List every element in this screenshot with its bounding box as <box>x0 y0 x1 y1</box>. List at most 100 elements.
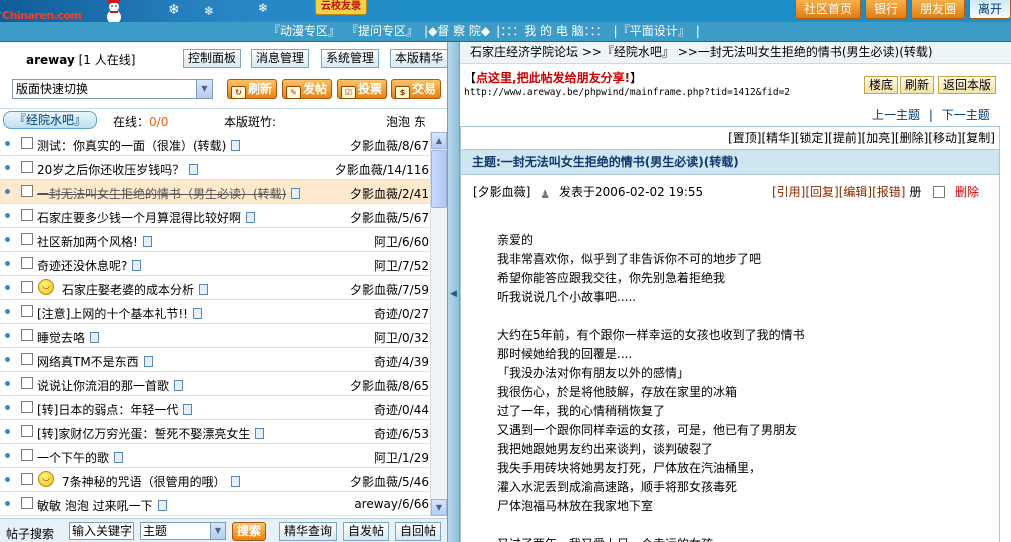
site-logo[interactable]: Chinaren.com <box>2 0 82 22</box>
back-to-forum-button[interactable]: 返回本版 <box>938 76 997 94</box>
thread-title[interactable]: 测试：你真实的一面（很准）(转载) <box>37 137 241 154</box>
prev-topic-link[interactable]: 上一主题 <box>872 108 920 122</box>
report-link[interactable]: [报错] <box>872 185 905 199</box>
thread-title[interactable]: 奇迹还没休息呢? <box>37 257 142 274</box>
thread-checkbox[interactable] <box>21 257 33 269</box>
thread-checkbox[interactable] <box>21 401 33 413</box>
digest-query-button[interactable]: 精华查询 <box>279 522 338 541</box>
trade-button[interactable]: $ 交易 <box>391 79 442 99</box>
reply-link[interactable]: [回复] <box>805 185 838 199</box>
thread-title[interactable]: [注意]上网的十个基本礼节!! <box>37 305 202 322</box>
keyword-input[interactable]: 输入关键字 <box>69 522 134 540</box>
select-post-checkbox[interactable] <box>933 186 946 198</box>
delete-link[interactable]: 删除 <box>955 185 979 199</box>
thread-checkbox[interactable] <box>21 473 33 485</box>
control-panel-button[interactable]: 控制面板 <box>183 49 242 68</box>
table-row[interactable]: 网络真TM不是东西 奇迹/4/39 <box>0 348 447 372</box>
chevron-down-icon[interactable]: ▼ <box>210 523 225 539</box>
nav-bank[interactable]: 银行 <box>864 0 907 19</box>
moderation-actions[interactable]: [置顶][精华][锁定][提前][加亮][删除][移动][复制] <box>728 129 995 146</box>
table-row[interactable]: [转]日本的弱点：年轻一代 奇迹/0/44 <box>0 396 447 420</box>
forum-quick-switch-select[interactable]: 版面快速切换 ▼ <box>12 79 213 99</box>
menu-inspectorate[interactable]: |◆督 察 院◆ <box>424 22 490 41</box>
thread-checkbox[interactable] <box>21 497 33 509</box>
search-field-select[interactable]: 主题 ▼ <box>140 522 226 540</box>
thread-checkbox[interactable] <box>21 305 33 317</box>
table-row[interactable]: 石家庄要多少钱一个月算混得比较好啊 夕影血薇/5/67 <box>0 204 447 228</box>
table-row[interactable]: [转]家财亿万穷光蛋：誓死不娶漂亮女生 奇迹/6/53 <box>0 420 447 444</box>
thread-checkbox[interactable] <box>21 137 33 149</box>
menu-anime[interactable]: 『动漫专区』 <box>268 22 340 41</box>
thread-checkbox[interactable] <box>21 161 33 173</box>
panel-splitter[interactable]: ◀ <box>447 42 460 542</box>
thread-checkbox[interactable] <box>21 329 33 341</box>
table-row[interactable]: ◡ 石家庄娶老婆的成本分析 夕影血薇/7/59 <box>0 276 447 300</box>
thread-title[interactable]: [转]家财亿万穷光蛋：誓死不娶漂亮女生 <box>37 425 265 442</box>
thread-title[interactable]: 石家庄娶老婆的成本分析 <box>62 281 209 298</box>
edit-link[interactable]: [编辑] <box>839 185 872 199</box>
post-author[interactable]: [夕影血薇] <box>473 185 530 199</box>
thread-checkbox[interactable] <box>21 233 33 245</box>
breadcrumb[interactable]: 石家庄经济学院论坛 >>『经院水吧』 >>一封无法叫女生拒绝的情书(男生必读)(… <box>460 42 1011 64</box>
thread-title[interactable]: 20岁之后你还收压岁钱吗？ <box>37 161 199 178</box>
thread-title[interactable]: 睡觉去咯 <box>37 329 100 346</box>
book-link[interactable]: 册 <box>909 185 921 199</box>
moderator-names[interactable]: 泡泡 东 <box>386 113 426 130</box>
message-manage-button[interactable]: 消息管理 <box>251 49 310 68</box>
bottom-button[interactable]: 楼底 <box>864 76 899 94</box>
table-row[interactable]: 一封无法叫女生拒绝的情书（男生必读）(转载) 夕影血薇/2/41 <box>0 180 447 204</box>
thread-checkbox[interactable] <box>21 185 33 197</box>
thread-list-scrollbar[interactable]: ▲ ▼ <box>430 132 447 516</box>
table-row[interactable]: 睡觉去咯 阿卫/0/32 <box>0 324 447 348</box>
table-row[interactable]: 一个下午的歌 阿卫/1/29 <box>0 444 447 468</box>
thread-title[interactable]: 一个下午的歌 <box>37 449 124 466</box>
my-replies-button[interactable]: 自回帖 <box>395 522 442 541</box>
table-row[interactable]: [注意]上网的十个基本礼节!! 奇迹/0/27 <box>0 300 447 324</box>
nav-leave[interactable]: 离开 <box>968 0 1011 19</box>
menu-my-computer[interactable]: |：：：我 的 电 脑：：： <box>496 22 608 41</box>
table-row[interactable]: 奇迹还没休息呢? 阿卫/7/52 <box>0 252 447 276</box>
table-row[interactable]: ◡ 7条神秘的咒语（很管用的哦） 夕影血薇/5/46 <box>0 468 447 492</box>
scroll-down-icon[interactable]: ▼ <box>431 499 447 516</box>
thread-title[interactable]: [转]日本的弱点：年轻一代 <box>37 401 193 418</box>
thread-title[interactable]: 一封无法叫女生拒绝的情书（男生必读）(转载) <box>37 185 301 202</box>
menu-questions[interactable]: 『提问专区』 <box>346 22 418 41</box>
thread-title[interactable]: 石家庄要多少钱一个月算混得比较好啊 <box>37 209 256 226</box>
thread-checkbox[interactable] <box>21 281 33 293</box>
refresh-post-button[interactable]: 刷新 <box>900 76 935 94</box>
system-manage-button[interactable]: 系统管理 <box>321 49 380 68</box>
new-post-button[interactable]: ✎ 发帖 <box>282 79 333 99</box>
table-row[interactable]: 20岁之后你还收压岁钱吗？ 夕影血薇/14/116 <box>0 156 447 180</box>
thread-title[interactable]: 社区新加两个风格! <box>37 233 152 250</box>
chevron-down-icon[interactable]: ▼ <box>196 80 212 98</box>
table-row[interactable]: 社区新加两个风格! 阿卫/6/60 <box>0 228 447 252</box>
collapse-left-icon[interactable]: ◀ <box>449 286 458 302</box>
scrollbar-thumb[interactable] <box>431 150 447 208</box>
nav-friends[interactable]: 朋友圈 <box>910 0 965 19</box>
quote-link[interactable]: [引用] <box>772 185 805 199</box>
thread-checkbox[interactable] <box>21 209 33 221</box>
thread-checkbox[interactable] <box>21 449 33 461</box>
thread-checkbox[interactable] <box>21 377 33 389</box>
table-row[interactable]: 敏敏 泡泡 过来吼一下 areway/6/66 <box>0 492 447 516</box>
thread-title[interactable]: 敏敏 泡泡 过来吼一下 <box>37 497 167 514</box>
search-button[interactable]: 搜索 <box>232 522 267 541</box>
refresh-button[interactable]: ↻ 刷新 <box>227 79 278 99</box>
thread-title[interactable]: 网络真TM不是东西 <box>37 353 153 370</box>
scroll-up-icon[interactable]: ▲ <box>431 132 447 149</box>
my-posts-button[interactable]: 自发帖 <box>343 522 390 541</box>
thread-checkbox[interactable] <box>21 425 33 437</box>
forum-digest-button[interactable]: 本版精华 <box>390 49 449 68</box>
alumni-sign[interactable]: 云校友录 <box>315 0 367 15</box>
menu-graphic-design[interactable]: |『平面设计』 <box>614 22 690 41</box>
table-row[interactable]: 说说让你流泪的那一首歌 夕影血薇/8/65 <box>0 372 447 396</box>
tab-forum-water-bar[interactable]: 『经院水吧』 <box>3 111 97 129</box>
share-link[interactable]: 【点这里,把此帖发给朋友分享!】 <box>464 69 642 86</box>
thread-title[interactable]: 说说让你流泪的那一首歌 <box>37 377 184 394</box>
thread-title[interactable]: 7条神秘的咒语（很管用的哦） <box>62 473 240 490</box>
nav-community-home[interactable]: 社区首页 <box>794 0 861 19</box>
vote-button[interactable]: ☑ 投票 <box>337 79 388 99</box>
table-row[interactable]: 测试：你真实的一面（很准）(转载) 夕影血薇/8/67 <box>0 132 447 156</box>
next-topic-link[interactable]: 下一主题 <box>942 108 990 122</box>
thread-checkbox[interactable] <box>21 353 33 365</box>
